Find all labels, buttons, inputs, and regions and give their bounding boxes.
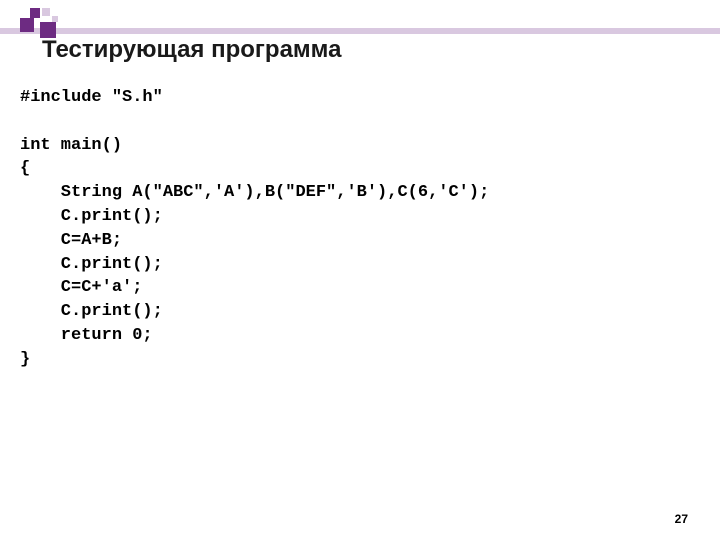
code-block: #include "S.h" int main() { String A("AB… (20, 86, 489, 372)
decoration-square (42, 8, 50, 16)
code-line: String A("ABC",'A'),B("DEF",'B'),C(6,'C'… (20, 183, 489, 202)
code-line: { (20, 159, 30, 178)
decoration-bar (0, 28, 720, 34)
code-line: } (20, 350, 30, 369)
code-line: return 0; (20, 326, 153, 345)
header-decoration (0, 8, 720, 36)
decoration-square (30, 8, 40, 18)
slide-title: Тестирующая программа (42, 36, 341, 64)
code-line: C=A+B; (20, 231, 122, 250)
code-line: C.print(); (20, 207, 163, 226)
code-line: C=C+'a'; (20, 278, 142, 297)
code-line: C.print(); (20, 302, 163, 321)
code-line: int main() (20, 136, 122, 155)
code-line: C.print(); (20, 255, 163, 274)
code-line: #include "S.h" (20, 88, 163, 107)
decoration-square (20, 18, 34, 32)
page-number: 27 (675, 512, 688, 526)
